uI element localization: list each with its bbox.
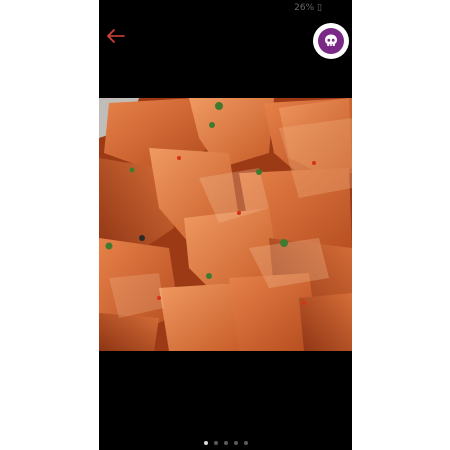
pager-dot[interactable] — [213, 441, 218, 445]
phone-screen: 26% ▯ — [99, 0, 352, 450]
pager-dot[interactable] — [243, 441, 248, 445]
food-photo-illustration — [99, 98, 352, 351]
image-pager — [99, 440, 352, 446]
pager-dot-active[interactable] — [203, 441, 208, 445]
product-photo[interactable] — [99, 98, 352, 351]
pager-dot[interactable] — [233, 441, 238, 445]
pager-dot[interactable] — [223, 441, 228, 445]
avatar — [318, 28, 344, 54]
arrow-left-icon — [107, 29, 125, 43]
back-button[interactable] — [104, 24, 128, 48]
avatar-button[interactable] — [313, 23, 349, 59]
status-bar: 26% ▯ — [99, 0, 352, 18]
skull-icon — [325, 34, 337, 46]
status-text: 26% ▯ — [294, 3, 322, 13]
